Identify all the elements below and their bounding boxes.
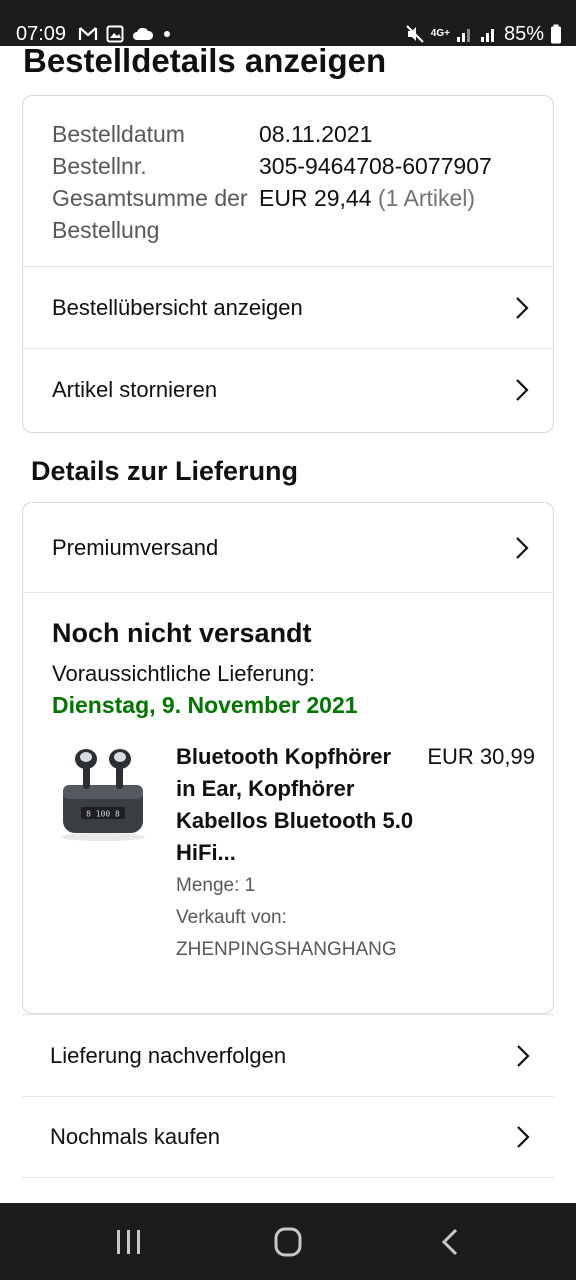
product-quantity: Menge: 1	[176, 875, 256, 896]
delivery-card: Premiumversand Noch nicht versandt Vorau…	[22, 502, 554, 1014]
order-number-value: 305-9464708-6077907	[259, 153, 492, 179]
divider	[23, 592, 553, 593]
network-label: 4G+	[430, 28, 450, 39]
sold-by-label: Verkauft von:	[176, 907, 287, 928]
seller-name[interactable]: ZHENPINGSHANGHANG	[176, 935, 397, 965]
cloud-icon	[133, 27, 154, 40]
recent-apps-icon[interactable]	[112, 1227, 146, 1257]
dot-icon	[164, 31, 170, 37]
chevron-right-icon	[516, 378, 529, 401]
status-right-icons: 4G+ 85%	[405, 22, 562, 46]
eta-date: Dienstag, 9. November 2021	[52, 692, 358, 718]
chevron-right-icon	[517, 1044, 530, 1067]
order-total-label: Gesamtsumme der Bestellung	[52, 185, 248, 243]
cancel-items-link[interactable]: Artikel stornieren	[23, 348, 553, 430]
home-icon[interactable]	[271, 1227, 305, 1257]
shipping-method-link[interactable]: Premiumversand	[23, 503, 553, 593]
chevron-right-icon	[516, 296, 529, 319]
mute-icon	[406, 25, 424, 43]
shipping-method-label: Premiumversand	[52, 535, 219, 560]
track-package-link[interactable]: Lieferung nachverfolgen	[22, 1014, 554, 1096]
order-number-label: Bestellnr.	[52, 153, 147, 179]
eta-label: Voraussichtliche Lieferung:	[52, 661, 315, 686]
chevron-right-icon	[517, 1126, 530, 1148]
order-total-value: EUR 29,44 (1 Artikel)	[259, 182, 475, 214]
signal-icon-2	[480, 29, 494, 42]
order-item-count: (1 Artikel)	[377, 185, 476, 211]
order-total-amount: EUR 29,44	[259, 185, 372, 211]
signal-icon	[456, 29, 470, 42]
page-title: Bestelldetails anzeigen	[23, 42, 387, 79]
battery-percent: 85%	[503, 22, 544, 45]
view-order-summary-link[interactable]: Bestellübersicht anzeigen	[23, 266, 553, 348]
back-icon[interactable]	[434, 1227, 468, 1257]
svg-text:8 100 8: 8 100 8	[86, 810, 120, 819]
product-title-link[interactable]: Bluetooth Kopfhörer in Ear, Kopfhörer Ka…	[176, 741, 416, 869]
delivery-section-title: Details zur Lieferung	[31, 456, 299, 486]
view-order-summary-label: Bestellübersicht anzeigen	[52, 294, 303, 320]
order-date-value: 08.11.2021	[259, 121, 373, 147]
buy-again-label: Nochmals kaufen	[50, 1124, 220, 1149]
battery-icon	[551, 24, 561, 44]
shipment-status: Noch nicht versandt	[52, 618, 312, 648]
earbuds-product-image[interactable]: 8 100 8	[53, 739, 153, 843]
order-date-label: Bestelldatum	[52, 121, 185, 147]
track-package-label: Lieferung nachverfolgen	[50, 1042, 287, 1068]
cancel-items-label: Artikel stornieren	[52, 376, 218, 402]
navigation-bar	[0, 1203, 576, 1280]
buy-again-link[interactable]: Nochmals kaufen	[22, 1096, 554, 1178]
chevron-right-icon	[516, 537, 529, 559]
order-summary-card: Bestelldatum 08.11.2021 Bestellnr. 305-9…	[22, 95, 554, 433]
product-price: EUR 30,99	[427, 744, 535, 769]
